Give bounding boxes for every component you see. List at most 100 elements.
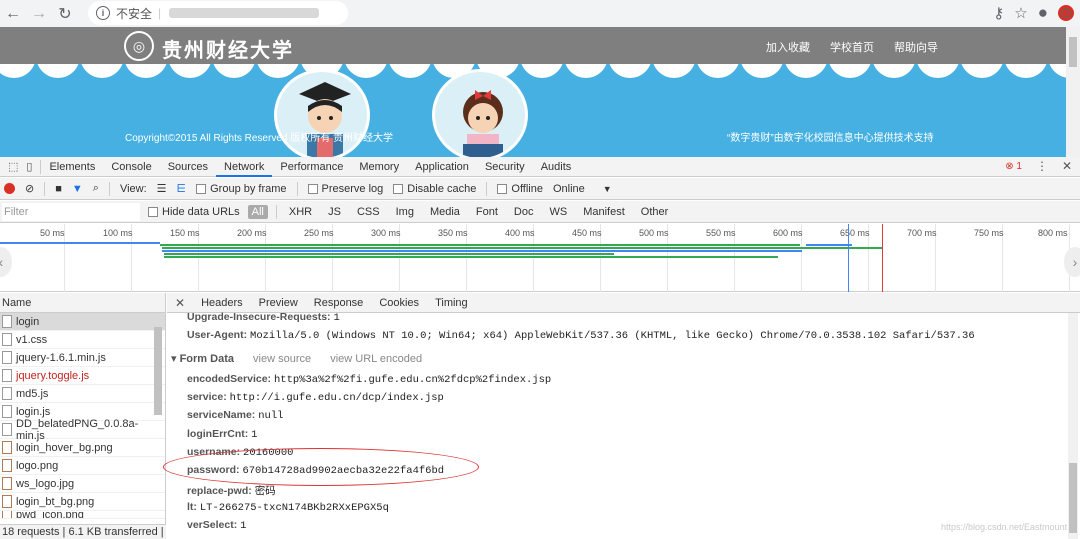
filter-input[interactable]: Filter	[2, 202, 140, 221]
tab-headers[interactable]: Headers	[201, 297, 243, 309]
document-icon	[2, 351, 12, 364]
tab-console[interactable]: Console	[103, 157, 159, 177]
disable-cache-checkbox[interactable]: Disable cache	[393, 183, 476, 195]
search-icon[interactable]: ⌕	[93, 182, 99, 195]
error-count-badge[interactable]: ⊗ 1	[1005, 161, 1022, 172]
request-row[interactable]: jquery.toggle.js	[0, 367, 165, 385]
tab-audits[interactable]: Audits	[533, 157, 580, 177]
reload-icon[interactable]: ↻	[52, 1, 78, 27]
timeline-tick: 700 ms	[907, 228, 937, 238]
chevron-right-icon[interactable]: ›	[1064, 247, 1080, 277]
more-options-icon[interactable]: ⋮	[1036, 159, 1048, 173]
large-rows-icon[interactable]: ☰	[157, 182, 167, 195]
address-bar[interactable]: i 不安全 |	[88, 1, 348, 25]
tab-performance[interactable]: Performance	[272, 157, 351, 177]
tab-network[interactable]: Network	[216, 157, 273, 177]
filter-type-manifest[interactable]: Manifest	[579, 205, 629, 219]
filter-icon[interactable]: ▼	[72, 183, 83, 195]
request-row[interactable]: md5.js	[0, 385, 165, 403]
key-icon[interactable]: ⚷	[993, 4, 1004, 22]
form-data-section[interactable]: ▾ Form Data view source view URL encoded	[171, 352, 422, 365]
request-row[interactable]: DD_belatedPNG_0.0.8a-min.js	[0, 417, 165, 442]
timeline-tick: 450 ms	[572, 228, 602, 238]
filter-type-css[interactable]: CSS	[353, 205, 384, 219]
hide-data-urls-checkbox[interactable]: Hide data URLs	[148, 206, 240, 218]
view-source-link[interactable]: view source	[253, 353, 311, 365]
filter-type-ws[interactable]: WS	[545, 205, 571, 219]
chevron-down-icon[interactable]: ▼	[603, 184, 612, 194]
throttling-select[interactable]: Online	[553, 183, 585, 195]
timeline-tick: 600 ms	[773, 228, 803, 238]
request-list-scrollbar[interactable]	[153, 317, 163, 513]
close-icon[interactable]: ✕	[1062, 159, 1072, 173]
record-icon[interactable]	[4, 183, 15, 194]
field-value: 1	[251, 429, 258, 441]
filter-type-all[interactable]: All	[247, 204, 268, 219]
request-row[interactable]: login_bt_bg.png	[0, 493, 165, 511]
forward-icon[interactable]: →	[26, 1, 52, 27]
request-row[interactable]: pwd_icon.png	[0, 511, 165, 519]
detail-scrollbar[interactable]	[1068, 313, 1078, 539]
request-row[interactable]: v1.css	[0, 331, 165, 349]
tab-application[interactable]: Application	[407, 157, 477, 177]
request-row[interactable]: ws_logo.jpg	[0, 475, 165, 493]
timeline-tick: 400 ms	[505, 228, 535, 238]
tab-sources[interactable]: Sources	[160, 157, 216, 177]
request-row[interactable]: logo.png	[0, 457, 165, 475]
tab-response[interactable]: Response	[314, 297, 364, 309]
blurred-url	[169, 8, 320, 18]
filter-type-img[interactable]: Img	[392, 205, 418, 219]
timeline-tick: 100 ms	[103, 228, 133, 238]
page-scrollbar[interactable]	[1066, 27, 1080, 157]
info-icon[interactable]: i	[96, 6, 110, 20]
request-row[interactable]: login	[0, 313, 165, 331]
preserve-log-checkbox[interactable]: Preserve log	[307, 183, 383, 195]
device-toggle-icon[interactable]: ▯	[26, 160, 32, 173]
request-row[interactable]: jquery-1.6.1.min.js	[0, 349, 165, 367]
tab-security[interactable]: Security	[477, 157, 533, 177]
document-icon	[2, 405, 12, 418]
chevron-left-icon[interactable]: ‹	[0, 247, 12, 277]
filter-type-media[interactable]: Media	[426, 205, 464, 219]
account-icon[interactable]: ●	[1038, 3, 1048, 23]
tab-elements[interactable]: Elements	[41, 157, 103, 177]
screenshot-icon[interactable]: ■	[55, 183, 62, 195]
filter-type-font[interactable]: Font	[472, 205, 502, 219]
devtools-panel: ⬚ ▯ Elements Console Sources Network Per…	[0, 157, 1080, 539]
tab-timing[interactable]: Timing	[435, 297, 468, 309]
request-row[interactable]: login_hover_bg.png	[0, 439, 165, 457]
scrollbar-thumb[interactable]	[154, 327, 162, 415]
site-link-home[interactable]: 学校首页	[830, 39, 874, 55]
offline-checkbox[interactable]: Offline	[497, 183, 543, 195]
timeline-bar	[164, 256, 778, 258]
waterfall-icon[interactable]: ⋿	[177, 182, 187, 195]
girl-avatar	[432, 69, 528, 157]
star-icon[interactable]: ☆	[1014, 4, 1027, 22]
filter-type-other[interactable]: Other	[637, 205, 673, 219]
document-icon	[2, 315, 12, 328]
group-by-frame-checkbox[interactable]: Group by frame	[196, 183, 287, 195]
inspect-icon[interactable]: ⬚	[8, 160, 18, 173]
filter-type-xhr[interactable]: XHR	[285, 205, 316, 219]
tab-cookies[interactable]: Cookies	[379, 297, 419, 309]
tab-preview[interactable]: Preview	[259, 297, 298, 309]
site-link-help[interactable]: 帮助向导	[894, 39, 938, 55]
network-overview-timeline[interactable]: 50 ms 100 ms 150 ms 200 ms 250 ms 300 ms…	[0, 224, 1080, 292]
request-name: DD_belatedPNG_0.0.8a-min.js	[16, 417, 139, 442]
name-column-header[interactable]: Name	[0, 293, 165, 313]
scrollbar-thumb[interactable]	[1069, 463, 1077, 533]
clear-icon[interactable]: ⊘	[25, 182, 34, 195]
extension-icon[interactable]: ⊙	[1058, 5, 1074, 22]
offline-label: Offline	[511, 182, 543, 195]
timeline-tick: 350 ms	[438, 228, 468, 238]
divider	[108, 181, 110, 196]
tab-memory[interactable]: Memory	[351, 157, 407, 177]
site-link-favorite[interactable]: 加入收藏	[766, 39, 810, 55]
filter-type-js[interactable]: JS	[324, 205, 345, 219]
scrollbar-thumb[interactable]	[1069, 37, 1077, 67]
timeline-tick: 200 ms	[237, 228, 267, 238]
view-url-encoded-link[interactable]: view URL encoded	[330, 353, 422, 365]
close-icon[interactable]: ✕	[175, 296, 185, 310]
filter-type-doc[interactable]: Doc	[510, 205, 538, 219]
back-icon[interactable]: ←	[0, 1, 26, 27]
